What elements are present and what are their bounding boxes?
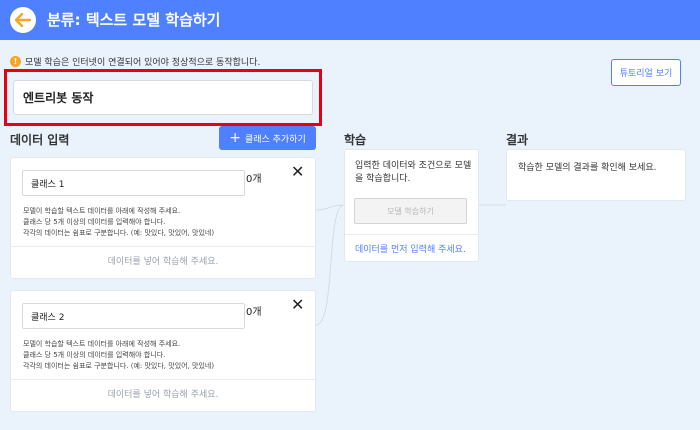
learning-title: 학습 [344,133,367,147]
learning-card: 입력한 데이터와 조건으로 모델을 학습합니다. 모델 학습하기 데이터를 먼저… [344,149,479,262]
learning-description: 입력한 데이터와 조건으로 모델을 학습합니다. [355,161,472,184]
divider [345,234,478,235]
result-description: 학습한 모델의 결과를 확인해 보세요. [518,163,657,173]
result-card: 학습한 모델의 결과를 확인해 보세요. [506,149,686,201]
input-data-first-link[interactable]: 데이터를 먼저 입력해 주세요. [355,242,466,255]
result-title: 결과 [506,133,529,147]
train-model-button[interactable]: 모델 학습하기 [354,198,467,224]
